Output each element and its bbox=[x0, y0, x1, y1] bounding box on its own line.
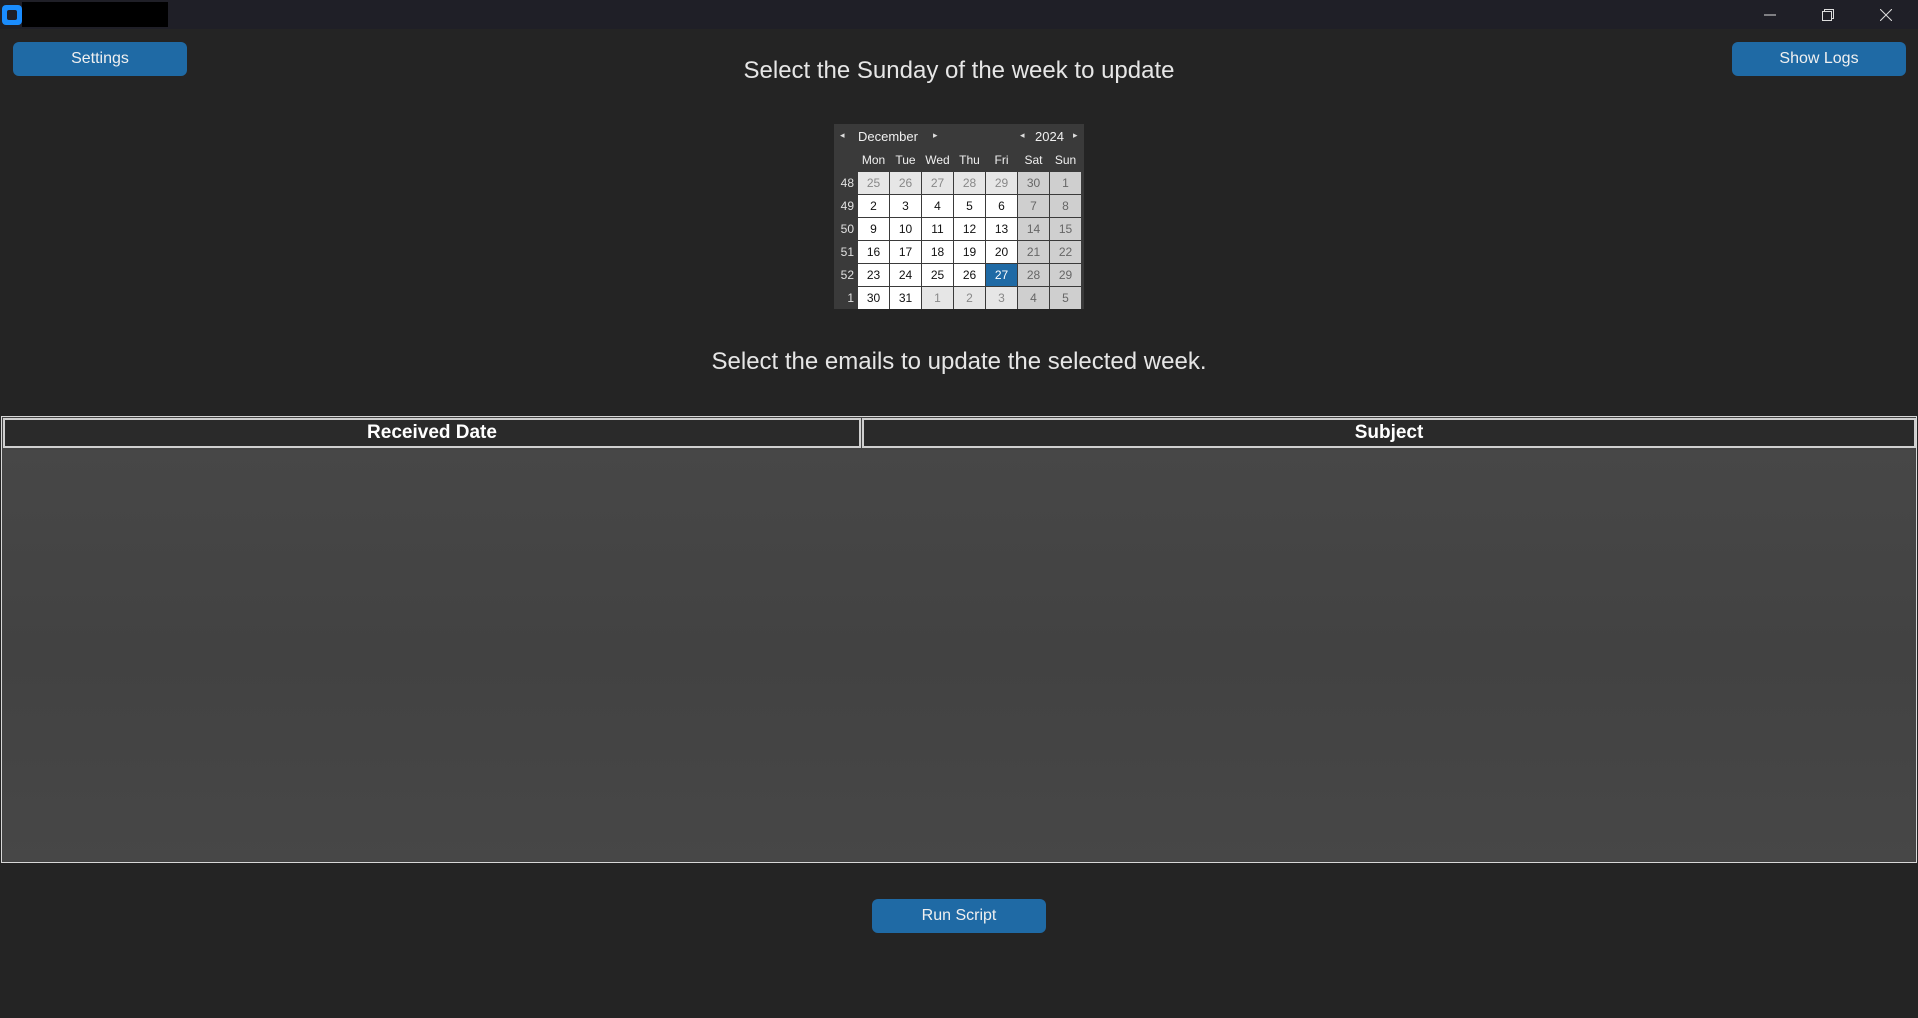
calendar-day[interactable]: 21 bbox=[1018, 241, 1049, 263]
select-sunday-heading: Select the Sunday of the week to update bbox=[743, 57, 1175, 84]
calendar-day[interactable]: 19 bbox=[954, 241, 985, 263]
calendar-day[interactable]: 25 bbox=[858, 172, 889, 194]
calendar-header: ◂ December ▸ ◂ 2024 ▸ bbox=[834, 124, 1084, 147]
calendar-day[interactable]: 7 bbox=[1018, 195, 1049, 217]
calendar-day[interactable]: 9 bbox=[858, 218, 889, 240]
calendar-day[interactable]: 17 bbox=[890, 241, 921, 263]
calendar-grid: Mon Tue Wed Thu Fri Sat Sun 48 25 26 27 28 29 30 1 49 2 3… bbox=[834, 149, 1082, 310]
next-month-arrow-icon[interactable]: ▸ bbox=[933, 130, 938, 141]
year-label: 2024 bbox=[1035, 129, 1064, 144]
calendar-week-row: 48 25 26 27 28 29 30 1 bbox=[834, 172, 1082, 195]
calendar-day[interactable]: 29 bbox=[986, 172, 1017, 194]
calendar-day[interactable]: 4 bbox=[1018, 287, 1049, 309]
run-script-button[interactable]: Run Script bbox=[872, 899, 1046, 933]
calendar-day[interactable]: 13 bbox=[986, 218, 1017, 240]
close-icon bbox=[1880, 8, 1892, 21]
minimize-icon bbox=[1764, 14, 1776, 15]
minimize-button[interactable] bbox=[1742, 0, 1798, 29]
calendar-day[interactable]: 26 bbox=[954, 264, 985, 286]
week-number: 49 bbox=[840, 199, 854, 213]
calendar-day-selected[interactable]: 27 bbox=[986, 264, 1017, 286]
calendar-day[interactable]: 24 bbox=[890, 264, 921, 286]
restore-button[interactable] bbox=[1800, 0, 1856, 29]
calendar-day[interactable]: 3 bbox=[890, 195, 921, 217]
calendar-day[interactable]: 5 bbox=[954, 195, 985, 217]
calendar-week-row: 52 23 24 25 26 27 28 29 bbox=[834, 264, 1082, 287]
column-header-subject[interactable]: Subject bbox=[862, 418, 1916, 448]
week-number-header bbox=[834, 149, 856, 171]
weekday-label: Tue bbox=[895, 153, 916, 167]
week-number: 50 bbox=[840, 222, 854, 236]
calendar-week-row: 51 16 17 18 19 20 21 22 bbox=[834, 241, 1082, 264]
weekday-label: Wed bbox=[925, 153, 950, 167]
calendar-day[interactable]: 20 bbox=[986, 241, 1017, 263]
column-header-received-date[interactable]: Received Date bbox=[3, 418, 861, 448]
restore-icon bbox=[1822, 8, 1834, 21]
weekday-label: Thu bbox=[959, 153, 980, 167]
calendar-day[interactable]: 26 bbox=[890, 172, 921, 194]
weekday-label: Fri bbox=[994, 153, 1009, 167]
calendar-day[interactable]: 4 bbox=[922, 195, 953, 217]
weekday-label: Sat bbox=[1024, 153, 1043, 167]
prev-month-arrow-icon[interactable]: ◂ bbox=[840, 130, 845, 141]
calendar-day[interactable]: 22 bbox=[1050, 241, 1081, 263]
calendar-day[interactable]: 10 bbox=[890, 218, 921, 240]
calendar-day[interactable]: 23 bbox=[858, 264, 889, 286]
calendar-day[interactable]: 14 bbox=[1018, 218, 1049, 240]
calendar-week-row: 49 2 3 4 5 6 7 8 bbox=[834, 195, 1082, 218]
calendar-day[interactable]: 28 bbox=[1018, 264, 1049, 286]
week-number: 52 bbox=[840, 268, 854, 282]
calendar-day[interactable]: 2 bbox=[858, 195, 889, 217]
week-number: 51 bbox=[840, 245, 854, 259]
week-number: 1 bbox=[847, 291, 854, 305]
close-button[interactable] bbox=[1858, 0, 1914, 29]
calendar-day[interactable]: 18 bbox=[922, 241, 953, 263]
calendar-day[interactable]: 8 bbox=[1050, 195, 1081, 217]
calendar-day[interactable]: 2 bbox=[954, 287, 985, 309]
calendar-day[interactable]: 15 bbox=[1050, 218, 1081, 240]
calendar-day[interactable]: 11 bbox=[922, 218, 953, 240]
title-bar bbox=[0, 0, 1918, 29]
calendar-day[interactable]: 28 bbox=[954, 172, 985, 194]
calendar: ◂ December ▸ ◂ 2024 ▸ Mon Tue Wed Thu Fri Sat… bbox=[834, 124, 1084, 309]
week-number: 48 bbox=[840, 176, 854, 190]
email-table: Received Date Subject bbox=[1, 416, 1917, 863]
next-year-arrow-icon[interactable]: ▸ bbox=[1073, 130, 1078, 141]
calendar-day[interactable]: 6 bbox=[986, 195, 1017, 217]
calendar-day[interactable]: 3 bbox=[986, 287, 1017, 309]
calendar-day[interactable]: 12 bbox=[954, 218, 985, 240]
select-emails-heading: Select the emails to update the selected… bbox=[711, 348, 1207, 375]
month-label: December bbox=[858, 129, 918, 144]
calendar-day[interactable]: 31 bbox=[890, 287, 921, 309]
calendar-day[interactable]: 5 bbox=[1050, 287, 1081, 309]
calendar-day[interactable]: 29 bbox=[1050, 264, 1081, 286]
calendar-day[interactable]: 16 bbox=[858, 241, 889, 263]
weekday-label: Mon bbox=[861, 153, 886, 167]
weekday-label: Sun bbox=[1054, 153, 1077, 167]
window-title-redacted bbox=[22, 2, 168, 27]
calendar-day[interactable]: 30 bbox=[858, 287, 889, 309]
calendar-day[interactable]: 25 bbox=[922, 264, 953, 286]
calendar-day[interactable]: 30 bbox=[1018, 172, 1049, 194]
calendar-day[interactable]: 27 bbox=[922, 172, 953, 194]
app-icon bbox=[2, 5, 22, 25]
prev-year-arrow-icon[interactable]: ◂ bbox=[1020, 130, 1025, 141]
calendar-day[interactable]: 1 bbox=[922, 287, 953, 309]
calendar-day[interactable]: 1 bbox=[1050, 172, 1081, 194]
email-table-body[interactable] bbox=[3, 450, 1915, 861]
calendar-week-row: 1 30 31 1 2 3 4 5 bbox=[834, 287, 1082, 310]
calendar-week-row: 50 9 10 11 12 13 14 15 bbox=[834, 218, 1082, 241]
